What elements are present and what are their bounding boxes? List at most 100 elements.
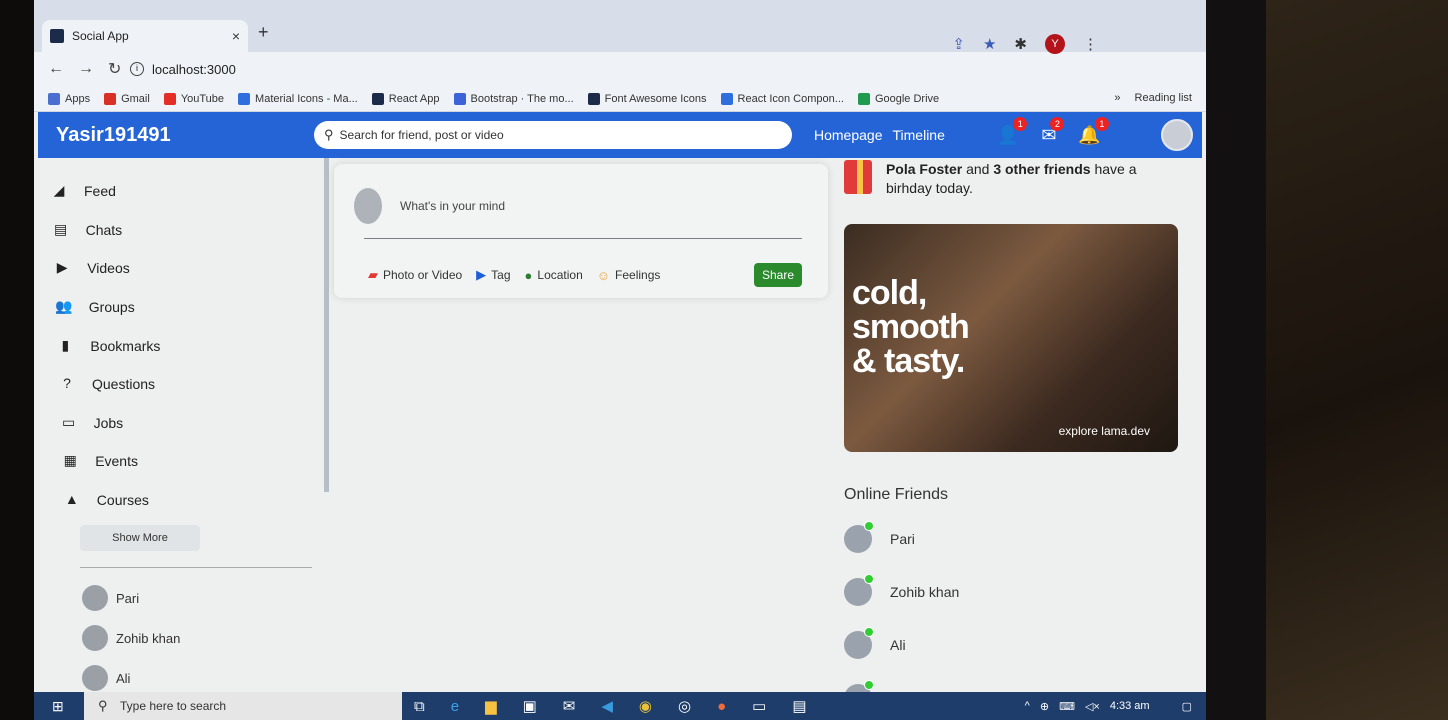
profile-avatar[interactable]: Y <box>1045 34 1065 54</box>
share-button[interactable]: Share <box>753 263 802 287</box>
online-friend[interactable]: Ali <box>844 618 1184 671</box>
sidebar-item[interactable]: ? Questions <box>50 365 320 404</box>
online-friend[interactable]: Zohib khan <box>844 565 1184 618</box>
sidebar-scrollbar[interactable] <box>324 158 329 492</box>
vscode-icon[interactable]: ◀ <box>601 697 613 715</box>
share-option[interactable]: ☺ Feelings <box>597 268 661 283</box>
address-bar[interactable]: i localhost:3000 ⇪ ★ ✱ Y ⋮ <box>130 34 1110 80</box>
sidebar-friend[interactable]: Zohib khan <box>82 618 320 658</box>
share-option[interactable]: ▶ Tag <box>476 267 510 283</box>
bookmark-item[interactable]: YouTube <box>163 92 224 105</box>
calculator-icon[interactable]: ▤ <box>792 697 806 715</box>
show-more-button[interactable]: Show More <box>80 525 200 552</box>
friend-requests-icon[interactable]: 👤 1 <box>997 116 1028 146</box>
taskbar-search-icon: ⚲ <box>98 698 108 713</box>
forward-icon[interactable]: → <box>78 60 94 78</box>
back-icon[interactable]: ← <box>48 60 64 78</box>
share-input[interactable]: What's in your mind <box>400 199 505 213</box>
online-friend-avatar <box>844 520 874 553</box>
tray-expand-icon[interactable]: ^ <box>1025 700 1030 712</box>
windows-start-icon[interactable]: ⊞ <box>52 698 72 715</box>
file-explorer-icon[interactable]: ▆ <box>485 697 497 715</box>
bookmark-item[interactable]: Google Drive <box>857 92 939 105</box>
reading-list-button[interactable]: Reading list <box>1135 92 1192 104</box>
bookmark-item[interactable]: Font Awesome Icons <box>587 92 707 105</box>
user-avatar[interactable] <box>1160 119 1193 151</box>
timeline-link[interactable]: Timeline <box>893 127 945 143</box>
bookmark-star-icon[interactable]: ★ <box>983 35 996 53</box>
sidebar-item[interactable]: ▭ Jobs <box>50 404 320 443</box>
site-info-icon[interactable]: i <box>130 62 144 76</box>
bookmark-favicon-icon <box>371 92 384 105</box>
tab-close-icon[interactable]: × <box>232 28 240 44</box>
search-input[interactable]: Search for friend, post or video <box>340 128 504 142</box>
terminal-icon[interactable]: ▭ <box>752 697 766 715</box>
store-icon[interactable]: ▣ <box>523 697 537 715</box>
sidebar-item[interactable]: ▦ Events <box>50 442 320 481</box>
more-bookmarks-icon[interactable]: » <box>1114 92 1120 104</box>
share-page-icon[interactable]: ⇪ <box>952 35 965 53</box>
edge-icon[interactable]: e <box>451 698 459 715</box>
browser-menu-icon[interactable]: ⋮ <box>1083 35 1098 53</box>
bookmark-favicon-icon <box>857 92 870 105</box>
chrome-icon[interactable]: ◉ <box>639 697 652 715</box>
messages-icon[interactable]: ✉ 2 <box>1041 116 1065 146</box>
bookmark-favicon-icon <box>238 92 251 105</box>
volume-icon[interactable]: ◁× <box>1085 700 1100 713</box>
sidebar-item[interactable]: 👥 Groups <box>50 288 320 327</box>
ad-line-2: smooth <box>852 308 970 346</box>
tab-title: Social App <box>72 29 129 43</box>
advertisement-image[interactable]: cold, smooth & tasty. explore lama.dev <box>844 224 1178 452</box>
sidebar-item[interactable]: ▲ Courses <box>50 481 320 520</box>
tab-favicon-icon <box>50 29 64 43</box>
sidebar-item-label: Chats <box>85 221 123 238</box>
bookmark-item[interactable]: Material Icons - Ma... <box>238 92 358 105</box>
task-view-icon[interactable]: ⧉ <box>414 698 425 715</box>
new-tab-button[interactable]: + <box>258 22 269 43</box>
app-logo[interactable]: Yasir191491 <box>56 124 314 147</box>
bookmark-item[interactable]: React Icon Compon... <box>720 92 844 105</box>
extensions-icon[interactable]: ✱ <box>1014 35 1027 53</box>
notification-center-icon[interactable]: ▢ <box>1182 700 1192 713</box>
ad-footer: explore lama.dev <box>1058 424 1150 438</box>
right-sidebar: Pola Foster and 3 other friends have a b… <box>844 160 1184 720</box>
sidebar-item[interactable]: ▤ Chats <box>50 211 320 250</box>
sidebar-item[interactable]: ◢ Feed <box>50 172 320 211</box>
clock[interactable]: 4:33 am <box>1110 700 1150 712</box>
browser-tab[interactable]: Social App × <box>42 20 248 52</box>
sidebar-item-label: Questions <box>92 376 156 393</box>
friend-badge: 1 <box>1013 116 1028 131</box>
mail-icon[interactable]: ✉ <box>563 697 576 715</box>
reload-icon[interactable]: ↻ <box>108 59 121 79</box>
app-topbar: Yasir191491 ⚲ Search for friend, post or… <box>38 112 1202 158</box>
sidebar-item-label: Courses <box>96 492 149 509</box>
search-bar[interactable]: ⚲ Search for friend, post or video <box>314 121 792 149</box>
sidebar-item[interactable]: ▮ Bookmarks <box>50 326 320 365</box>
app-icon[interactable]: ◎ <box>678 697 691 715</box>
rss-icon: ◢ <box>53 182 65 199</box>
sidebar-item[interactable]: ▶ Videos <box>50 249 320 288</box>
bookmark-item[interactable]: Bootstrap · The mo... <box>453 92 574 105</box>
bookmark-item[interactable]: React App <box>371 92 440 105</box>
url-text: localhost:3000 <box>152 61 236 77</box>
share-option-label: Location <box>537 268 583 282</box>
sidebar-friend[interactable]: Pari <box>82 578 320 618</box>
taskbar-search-input[interactable]: Type here to search <box>120 699 226 713</box>
bookmark-item[interactable]: Gmail <box>104 92 150 105</box>
bookmark-label: Bootstrap · The mo... <box>470 92 574 105</box>
online-friend[interactable]: Pari <box>844 512 1184 565</box>
notifications-badge: 1 <box>1094 116 1109 131</box>
share-option[interactable]: ● Location <box>525 268 583 283</box>
birthday-count: 3 other friends <box>993 161 1091 177</box>
emoji-icon: ☺ <box>596 267 611 283</box>
bookmark-item[interactable]: Apps <box>48 92 90 105</box>
taskbar-search[interactable]: ⚲ Type here to search <box>84 692 402 720</box>
network-icon[interactable]: ⊕ <box>1040 700 1049 713</box>
postman-icon[interactable]: ● <box>717 698 726 715</box>
homepage-link[interactable]: Homepage <box>814 127 883 143</box>
share-option-label: Feelings <box>615 268 661 282</box>
keyboard-icon[interactable]: ⌨ <box>1059 700 1075 713</box>
share-box: What's in your mind ▰ Photo or Video ▶ Tag ●… <box>334 164 828 298</box>
notifications-icon[interactable]: 🔔 1 <box>1078 116 1109 146</box>
share-option[interactable]: ▰ Photo or Video <box>368 267 462 283</box>
